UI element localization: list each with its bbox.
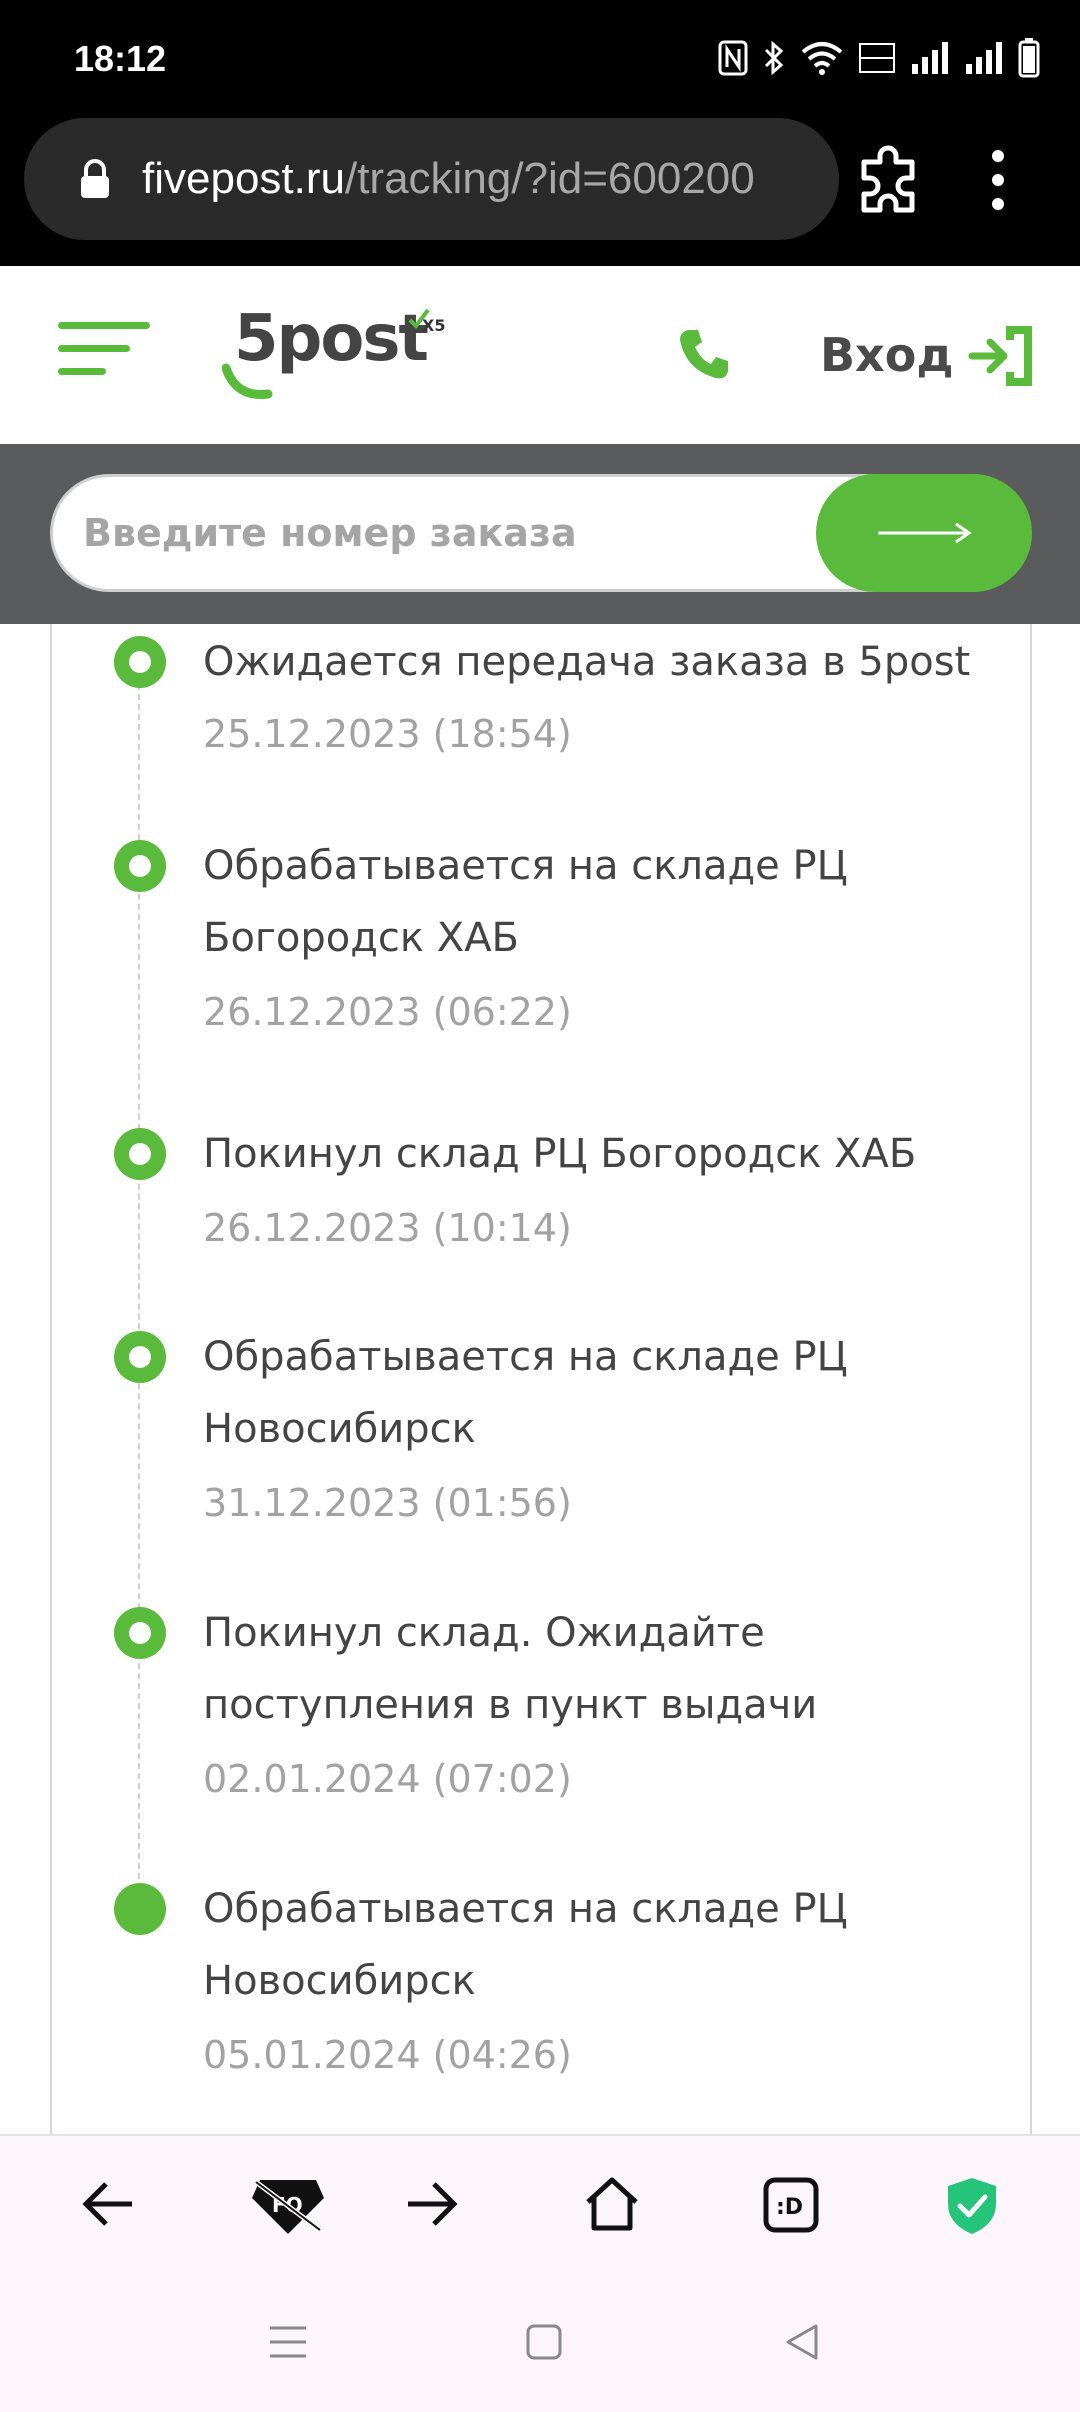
- event-title: Обрабатывается на складе РЦ Новосибирск: [203, 1886, 848, 2004]
- event-date: 31.12.2023 (01:56): [203, 1481, 572, 1525]
- hamburger-menu-icon[interactable]: [58, 322, 152, 382]
- event-title: Покинул склад. Ожидайте поступления в пу…: [203, 1610, 818, 1728]
- shield-check-icon[interactable]: [944, 2176, 1000, 2236]
- event-title: Покинул склад РЦ Богородск ХАБ: [203, 1131, 917, 1177]
- login-label[interactable]: Вход: [820, 328, 954, 382]
- event-date: 26.12.2023 (06:22): [203, 990, 572, 1034]
- timeline-dot-current: [114, 1883, 166, 1935]
- url-text: fivepost.ru/tracking/?id=600200: [142, 154, 755, 204]
- extensions-puzzle-icon[interactable]: [852, 140, 928, 216]
- search-submit-button[interactable]: [816, 474, 1032, 592]
- event-date: 02.01.2024 (07:02): [203, 1757, 572, 1801]
- home-icon[interactable]: [582, 2176, 642, 2232]
- timeline-dot: [114, 1128, 166, 1180]
- forward-arrow-icon[interactable]: [404, 2176, 460, 2232]
- system-nav-bar: [0, 2282, 1080, 2412]
- address-bar[interactable]: fivepost.ru/tracking/?id=600200: [24, 118, 839, 240]
- phone-icon[interactable]: [676, 326, 732, 382]
- event-date: 26.12.2023 (10:14): [203, 1206, 572, 1250]
- tabs-icon[interactable]: :D: [762, 2176, 820, 2234]
- url-host: fivepost.ru: [142, 154, 345, 203]
- logo[interactable]: 5post X5: [222, 302, 452, 412]
- adblock-icon[interactable]: FQ: [250, 2176, 326, 2236]
- event-title: Обрабатывается на складе РЦ Богородск ХА…: [203, 843, 848, 961]
- signal-icon: [966, 42, 1002, 74]
- lock-icon: [81, 159, 109, 198]
- event-date: 25.12.2023 (18:54): [203, 712, 572, 756]
- back-arrow-icon[interactable]: [80, 2176, 136, 2232]
- browser-toolbar: FQ :D: [0, 2134, 1080, 2282]
- svg-text::D: :D: [776, 2195, 803, 2220]
- status-bar: 18:12 fivepost.ru/tracking/?id=600200: [0, 0, 1080, 266]
- timeline-dot: [114, 1607, 166, 1659]
- browser-menu-button[interactable]: [984, 150, 1012, 210]
- tracking-timeline: Ожидается передача заказа в 5post 25.12.…: [50, 624, 1032, 2134]
- login-icon[interactable]: [966, 322, 1036, 390]
- bluetooth-icon: [764, 40, 784, 76]
- logo-badge: X5: [422, 316, 446, 335]
- logo-text: 5post: [234, 302, 429, 376]
- home-square-icon[interactable]: [524, 2322, 564, 2362]
- status-icons: [718, 38, 1040, 78]
- site-header: 5post X5 Вход: [0, 266, 1080, 444]
- timeline-dot: [114, 1331, 166, 1383]
- event-date: 05.01.2024 (04:26): [203, 2033, 572, 2077]
- signal-icon: [912, 42, 948, 74]
- event-title: Ожидается передача заказа в 5post: [203, 639, 971, 685]
- back-triangle-icon[interactable]: [782, 2322, 822, 2362]
- arrow-right-icon: [878, 522, 972, 544]
- timeline-dot: [114, 636, 166, 688]
- status-time: 18:12: [74, 38, 167, 79]
- search-section: [0, 444, 1080, 624]
- nfc-icon: [718, 40, 748, 76]
- volte-icon: [859, 43, 895, 73]
- wifi-icon: [801, 42, 843, 75]
- event-title: Обрабатывается на складе РЦ Новосибирск: [203, 1334, 848, 1452]
- battery-icon: [1018, 38, 1040, 78]
- url-path: /tracking/?id=600200: [344, 154, 755, 203]
- recent-apps-icon[interactable]: [268, 2322, 308, 2362]
- timeline-dot: [114, 840, 166, 892]
